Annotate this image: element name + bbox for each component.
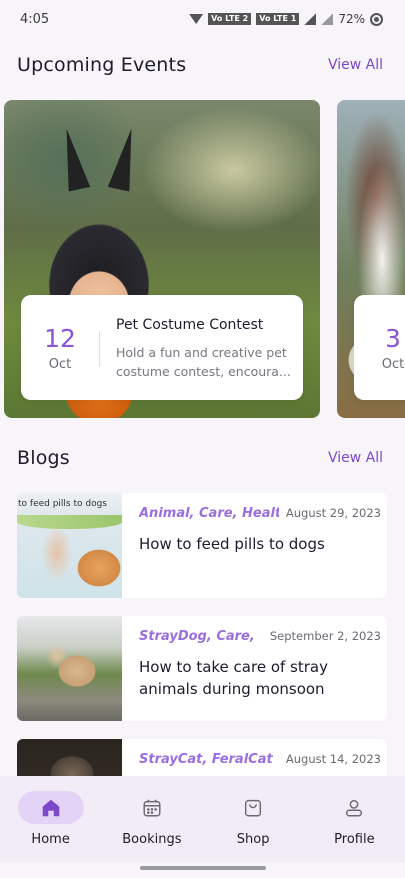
volte-icon: Vo LTE 2 <box>208 13 252 25</box>
blog-tags: StrayDog, Care, Ar <box>139 628 259 644</box>
blog-title: How to take care of stray animals during… <box>139 658 328 698</box>
bottom-nav: Home Bookings Shop Profile <box>0 776 405 862</box>
costume-ears-shape <box>62 128 136 198</box>
blog-date: September 2, 2023 <box>269 629 381 643</box>
record-icon <box>370 12 383 26</box>
signal-icon <box>321 13 334 25</box>
blog-date: August 29, 2023 <box>285 506 381 520</box>
person-icon <box>321 791 387 824</box>
blog-thumbnail <box>17 616 122 721</box>
status-bar: 4:05 Vo LTE 2 Vo LTE 1 72% <box>0 0 405 38</box>
volte-icon: Vo LTE 1 <box>256 13 300 25</box>
event-info-card: 12 Oct Pet Costume Contest Hold a fun an… <box>21 295 303 400</box>
blog-body: StrayCat, FeralCat August 14, 2023 <box>139 751 381 767</box>
event-date: 12 Oct <box>21 295 99 400</box>
blog-thumbnail: to feed pills to dogs <box>17 493 122 598</box>
date-divider <box>99 331 100 367</box>
blog-tags: StrayCat, FeralCat <box>139 751 273 767</box>
blog-tags: Animal, Care, Health <box>139 505 279 521</box>
events-view-all-link[interactable]: View All <box>328 57 383 73</box>
event-card[interactable]: 3 Oct <box>337 100 405 418</box>
thumbnail-caption: to feed pills to dogs <box>18 499 107 509</box>
nav-item-home[interactable]: Home <box>3 791 98 847</box>
blogs-title: Blogs <box>17 447 70 469</box>
calendar-icon <box>119 791 185 824</box>
status-icons: Vo LTE 2 Vo LTE 1 72% <box>189 12 383 26</box>
shopping-bag-icon <box>220 791 286 824</box>
signal-icon <box>304 13 317 25</box>
nav-label-shop: Shop <box>236 832 270 847</box>
event-date: 3 Oct <box>354 295 405 400</box>
event-text: Pet Costume Contest Hold a fun and creat… <box>116 317 302 381</box>
events-header: Upcoming Events View All <box>17 54 383 76</box>
events-carousel[interactable]: 12 Oct Pet Costume Contest Hold a fun an… <box>0 100 405 420</box>
event-card[interactable]: 12 Oct Pet Costume Contest Hold a fun an… <box>4 100 320 418</box>
home-icon <box>17 791 84 824</box>
event-day: 12 <box>44 323 76 353</box>
blogs-view-all-link[interactable]: View All <box>328 450 383 466</box>
home-indicator[interactable] <box>140 866 266 870</box>
nav-label-profile: Profile <box>334 832 375 847</box>
blog-title: How to feed pills to dogs <box>139 535 325 553</box>
event-title: Pet Costume Contest <box>116 317 264 333</box>
battery-percent: 72% <box>338 12 365 26</box>
blog-body: StrayDog, Care, Ar September 2, 2023 How… <box>139 628 381 700</box>
event-day: 3 <box>385 323 401 353</box>
nav-item-shop[interactable]: Shop <box>206 791 301 847</box>
nav-label-home: Home <box>31 832 70 847</box>
nav-item-bookings[interactable]: Bookings <box>104 791 199 847</box>
nav-item-profile[interactable]: Profile <box>307 791 402 847</box>
blog-body: Animal, Care, Health August 29, 2023 How… <box>139 505 381 555</box>
wifi-icon <box>189 14 204 24</box>
event-info-card: 3 Oct <box>354 295 405 400</box>
blog-card[interactable]: StrayDog, Care, Ar September 2, 2023 How… <box>17 616 387 721</box>
event-month: Oct <box>48 356 72 372</box>
blog-card[interactable]: to feed pills to dogs Animal, Care, Heal… <box>17 493 387 598</box>
blogs-header: Blogs View All <box>17 447 383 469</box>
status-time: 4:05 <box>20 11 50 27</box>
event-month: Oct <box>381 356 405 372</box>
nav-label-bookings: Bookings <box>122 832 182 847</box>
blog-date: August 14, 2023 <box>285 752 381 766</box>
event-description: Hold a fun and creative pet costume cont… <box>116 345 291 379</box>
events-title: Upcoming Events <box>17 54 187 76</box>
